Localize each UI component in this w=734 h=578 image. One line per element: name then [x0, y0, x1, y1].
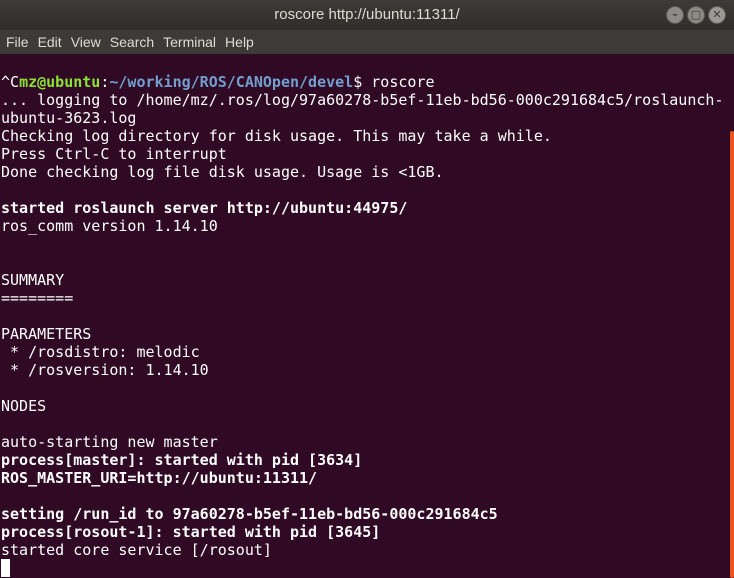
- output-line: ... logging to /home/mz/.ros/log/97a6027…: [1, 91, 724, 109]
- output-line: ROS_MASTER_URI=http://ubuntu:11311/: [1, 469, 318, 487]
- scrollbar-thumb[interactable]: [730, 131, 734, 578]
- scrollbar[interactable]: [724, 54, 734, 578]
- window-controls: – □ ✕: [666, 6, 726, 24]
- output-line: started core service [/rosout]: [1, 541, 272, 559]
- output-line: * /rosdistro: melodic: [1, 343, 200, 361]
- output-line: PARAMETERS: [1, 325, 92, 343]
- output-line: started roslaunch server http://ubuntu:4…: [1, 199, 408, 217]
- menu-file[interactable]: File: [2, 30, 33, 54]
- output-line: * /rosversion: 1.14.10: [1, 361, 209, 379]
- output-lines: ... logging to /home/mz/.ros/log/97a6027…: [0, 91, 724, 559]
- prompt-line: ^Cmz@ubuntu:~/working/ROS/CANOpen/devel$…: [0, 73, 724, 91]
- menu-edit[interactable]: Edit: [34, 30, 66, 54]
- terminal-window: roscore http://ubuntu:11311/ – □ ✕ File …: [0, 0, 734, 578]
- menu-terminal[interactable]: Terminal: [159, 30, 220, 54]
- menu-view[interactable]: View: [67, 30, 105, 54]
- text-cursor: [1, 559, 10, 577]
- menu-help[interactable]: Help: [221, 30, 258, 54]
- minimize-button[interactable]: –: [666, 6, 684, 24]
- title-bar[interactable]: roscore http://ubuntu:11311/ – □ ✕: [0, 0, 734, 30]
- terminal-output[interactable]: ^Cmz@ubuntu:~/working/ROS/CANOpen/devel$…: [0, 54, 724, 578]
- close-button[interactable]: ✕: [708, 6, 726, 24]
- prompt-command: roscore: [371, 73, 435, 91]
- output-line: ========: [1, 289, 74, 307]
- output-line: Press Ctrl-C to interrupt: [1, 145, 227, 163]
- output-line: process[rosout-1]: started with pid [364…: [1, 523, 381, 541]
- output-line: NODES: [1, 397, 47, 415]
- prompt-path: ~/working/ROS/CANOpen/devel: [109, 73, 354, 91]
- output-line: Done checking log file disk usage. Usage…: [1, 163, 444, 181]
- output-line: process[master]: started with pid [3634]: [1, 451, 363, 469]
- prompt-symbol: $: [353, 73, 372, 91]
- output-line: ros_comm version 1.14.10: [1, 217, 218, 235]
- menu-search[interactable]: Search: [106, 30, 158, 54]
- prompt-user: mz@ubuntu: [19, 73, 101, 91]
- menu-bar: File Edit View Search Terminal Help: [0, 30, 734, 54]
- cursor-line: [0, 559, 724, 577]
- maximize-button[interactable]: □: [687, 6, 705, 24]
- output-line: auto-starting new master: [1, 433, 218, 451]
- output-line: setting /run_id to 97a60278-b5ef-11eb-bd…: [1, 505, 498, 523]
- output-line: SUMMARY: [1, 271, 65, 289]
- window-title: roscore http://ubuntu:11311/: [274, 6, 460, 23]
- prompt-prefix: ^C: [1, 73, 20, 91]
- output-line: ubuntu-3623.log: [1, 109, 137, 127]
- output-line: Checking log directory for disk usage. T…: [1, 127, 552, 145]
